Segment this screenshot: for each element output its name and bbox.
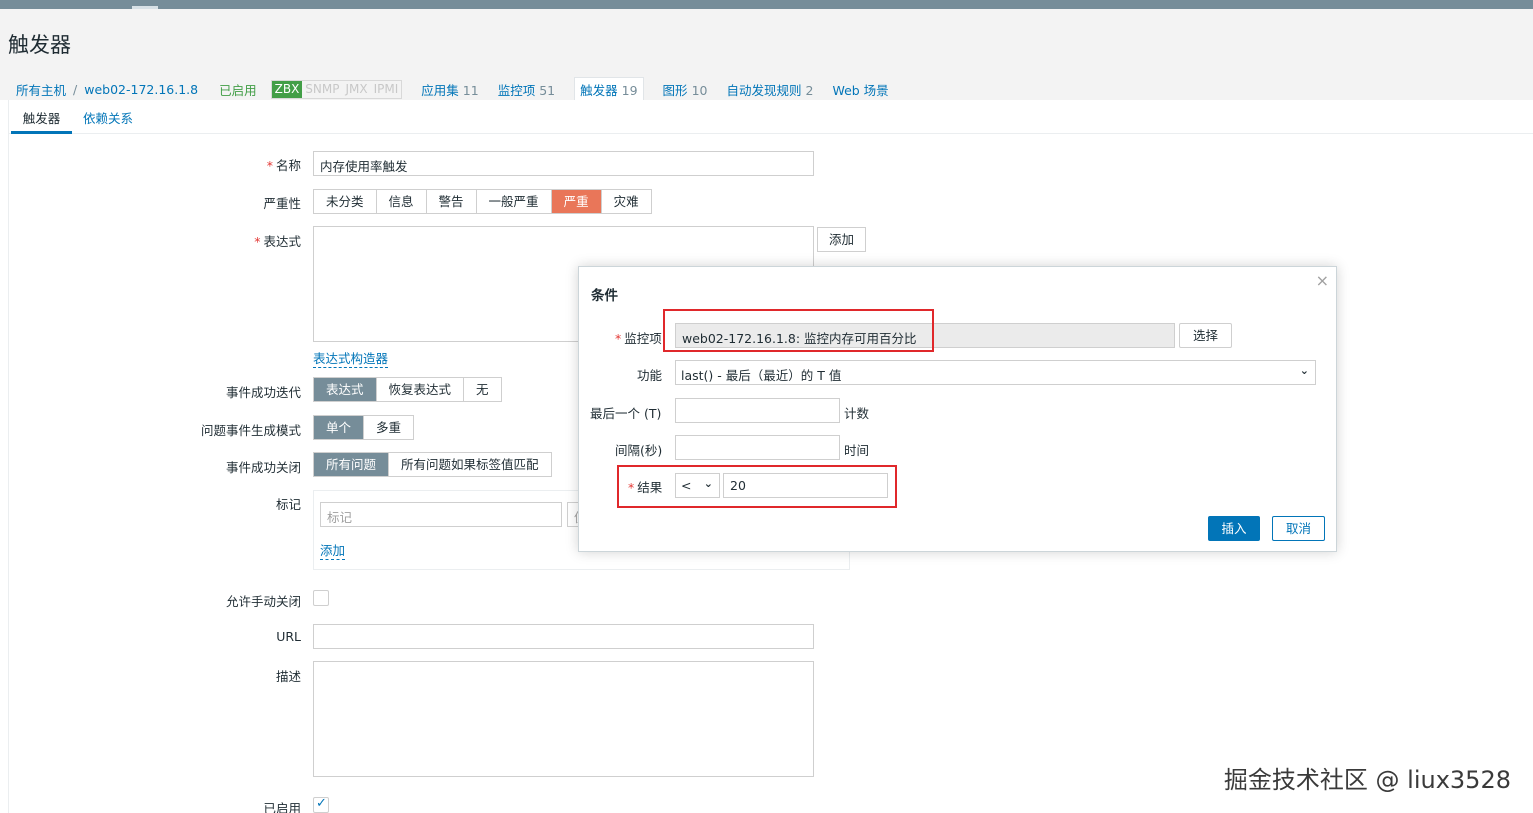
severity-information[interactable]: 信息	[376, 190, 427, 213]
triggers-label: 触发器	[580, 82, 618, 98]
manual-close-label: 允许手动关闭	[225, 594, 301, 609]
chevron-down-icon: ⌄	[1299, 364, 1309, 377]
items-label: 监控项	[497, 82, 536, 98]
item-select-button[interactable]: 选择	[1179, 323, 1232, 348]
mode-single[interactable]: 单个	[314, 416, 365, 439]
recovery-selector: 表达式 恢复表达式 无	[313, 377, 502, 402]
host-status[interactable]: 已启用	[219, 80, 257, 99]
items-count: 51	[539, 82, 556, 98]
tags-label: 标记	[275, 497, 301, 512]
recovery-label: 事件成功迭代	[225, 385, 301, 400]
breadcrumb-discovery[interactable]: 自动发现规则 2	[726, 80, 813, 99]
applications-label: 应用集	[421, 82, 459, 98]
severity-warning[interactable]: 警告	[426, 190, 477, 213]
item-highlight-box	[663, 309, 934, 352]
zbx-badge: ZBX	[271, 80, 303, 98]
mode-multiple[interactable]: 多重	[364, 416, 414, 439]
mode-label: 问题事件生成模式	[200, 423, 301, 438]
expression-label: * 表达式	[254, 234, 301, 249]
insert-button[interactable]: 插入	[1208, 516, 1260, 541]
recovery-recovery-expression[interactable]: 恢复表达式	[376, 378, 465, 401]
dialog-title: 条件	[591, 288, 618, 304]
ipmi-badge: IPMI	[373, 81, 399, 96]
breadcrumb-items[interactable]: 监控项 51	[498, 80, 555, 99]
header-area: 触发器 所有主机 / web02-172.16.1.8 已启用 ZBX SNMP…	[0, 9, 1533, 102]
interval-input[interactable]	[675, 435, 840, 460]
breadcrumb-triggers[interactable]: 触发器 19	[574, 76, 644, 102]
applications-count: 11	[462, 82, 479, 98]
availability-badges: ZBX SNMP JMX IPMI	[270, 79, 403, 99]
tab-bar: 触发器 依赖关系	[9, 100, 1533, 134]
close-icon[interactable]: ×	[1316, 271, 1329, 290]
url-input[interactable]	[313, 624, 814, 649]
cancel-button[interactable]: 取消	[1272, 516, 1325, 541]
severity-disaster[interactable]: 灾难	[601, 190, 651, 213]
snmp-badge: SNMP	[305, 81, 340, 96]
description-textarea[interactable]	[313, 661, 814, 777]
tags-add-link[interactable]: 添加	[320, 540, 346, 560]
manual-close-checkbox[interactable]	[313, 590, 329, 606]
breadcrumb-all-hosts[interactable]: 所有主机	[16, 80, 66, 99]
tag-name-input[interactable]: 标记	[320, 502, 562, 527]
recovery-none[interactable]: 无	[464, 378, 501, 401]
close-tag-match[interactable]: 所有问题如果标签值匹配	[389, 453, 551, 476]
last-count-input[interactable]	[675, 398, 840, 423]
discovery-count: 2	[805, 82, 814, 98]
severity-selector: 未分类 信息 警告 一般严重 严重 灾难	[313, 189, 652, 214]
severity-high[interactable]: 严重	[551, 190, 602, 213]
expression-constructor-link[interactable]: 表达式构造器	[313, 348, 389, 368]
breadcrumb-graphs[interactable]: 图形 10	[663, 80, 708, 99]
ok-close-label: 事件成功关闭	[225, 460, 301, 475]
triggers-count: 19	[621, 82, 638, 98]
severity-label: 严重性	[263, 196, 301, 211]
condition-dialog: 条件 × * 监控项 web02-172.16.1.8: 监控内存可用百分比 选择…	[578, 266, 1337, 552]
name-input[interactable]: 内存使用率触发	[313, 151, 814, 176]
graphs-label: 图形	[662, 82, 688, 98]
breadcrumb-host[interactable]: web02-172.16.1.8	[84, 82, 198, 97]
last-count-label: 最后一个 (T)	[590, 406, 662, 421]
last-count-unit: 计数	[844, 406, 870, 421]
ok-close-selector: 所有问题 所有问题如果标签值匹配	[313, 452, 552, 477]
url-label: URL	[276, 629, 301, 644]
page-title: 触发器	[8, 33, 71, 57]
breadcrumb-web[interactable]: Web 场景	[832, 80, 888, 99]
description-label: 描述	[275, 669, 301, 684]
jmx-badge: JMX	[345, 81, 368, 96]
function-label: 功能	[637, 368, 663, 383]
function-select[interactable]: last() - 最后（最近）的 T 值 ⌄	[675, 360, 1316, 385]
watermark: 掘金技术社区 @ liux3528	[1223, 766, 1511, 794]
mode-selector: 单个 多重	[313, 415, 415, 440]
enabled-checkbox[interactable]	[313, 796, 329, 813]
tab-trigger[interactable]: 触发器	[11, 108, 72, 134]
enabled-label: 已启用	[263, 801, 301, 813]
expression-add-button[interactable]: 添加	[817, 227, 867, 252]
severity-not-classified[interactable]: 未分类	[314, 190, 377, 213]
name-label: * 名称	[266, 158, 301, 173]
breadcrumb-applications[interactable]: 应用集 11	[421, 80, 478, 99]
interval-label: 间隔(秒)	[615, 443, 663, 458]
function-value: last() - 最后（最近）的 T 值	[681, 368, 842, 383]
recovery-expression[interactable]: 表达式	[314, 378, 377, 401]
item-label: * 监控项	[615, 331, 662, 346]
severity-average[interactable]: 一般严重	[476, 190, 552, 213]
discovery-label: 自动发现规则	[726, 82, 802, 98]
tab-dependencies[interactable]: 依赖关系	[83, 108, 133, 127]
close-all-problems[interactable]: 所有问题	[314, 453, 390, 476]
top-navigation-bar	[0, 0, 1533, 9]
interval-unit: 时间	[844, 443, 870, 458]
breadcrumb: 所有主机 / web02-172.16.1.8 已启用 ZBX SNMP JMX…	[16, 76, 889, 102]
result-highlight-box	[617, 465, 897, 508]
graphs-count: 10	[691, 82, 708, 98]
breadcrumb-separator: /	[73, 81, 78, 97]
